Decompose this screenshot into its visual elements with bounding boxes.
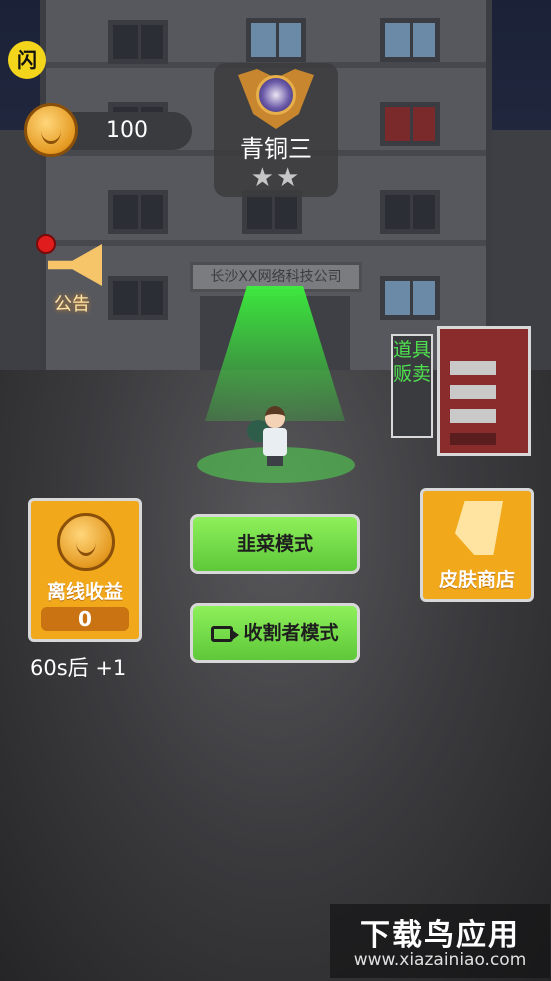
offline-value: 0 <box>41 607 129 631</box>
offline-timer: 60s后 +1 <box>30 656 127 680</box>
vending-shelf <box>450 409 496 423</box>
reaper-mode-button[interactable]: 收割者模式 <box>190 603 360 663</box>
window <box>108 20 168 64</box>
normal-mode-button[interactable]: 韭菜模式 <box>190 514 360 574</box>
player-character[interactable] <box>247 406 295 466</box>
watermark-title: 下载鸟应用 <box>360 918 520 953</box>
offline-label: 离线收益 <box>46 581 123 603</box>
window-lit <box>380 18 440 62</box>
vending-shelf <box>450 361 496 375</box>
vending-machine-body <box>437 326 531 456</box>
rank-stars: ★★ <box>250 163 302 193</box>
offline-earnings-card[interactable]: 离线收益 0 <box>28 498 142 642</box>
window-red <box>380 102 440 146</box>
skin-shape-icon <box>455 501 503 555</box>
floor-divider <box>46 240 486 246</box>
watermark: 下载鸟应用 www.xiazainiao.com <box>330 904 550 978</box>
character-legs <box>267 456 283 466</box>
window <box>108 276 168 320</box>
character-head <box>265 406 285 428</box>
megaphone-icon <box>48 244 102 286</box>
normal-mode-label: 韭菜模式 <box>236 533 313 555</box>
vending-machine[interactable]: 道具贩卖 <box>391 324 535 460</box>
flash-badge[interactable]: 闪 <box>8 41 46 79</box>
watermark-url: www.xiazainiao.com <box>353 950 527 970</box>
character-body <box>263 428 287 456</box>
window <box>380 190 440 234</box>
window <box>108 190 168 234</box>
video-camera-icon <box>211 625 240 642</box>
coin-icon <box>57 513 115 571</box>
rank-panel[interactable]: 青铜三 ★★ <box>214 63 338 197</box>
coin-amount: 100 <box>106 118 148 143</box>
reaper-mode-label: 收割者模式 <box>243 622 339 644</box>
coin-icon <box>24 103 78 157</box>
notice-button[interactable]: 公告 <box>36 230 112 316</box>
window-lit <box>246 18 306 62</box>
window-lit <box>380 276 440 320</box>
skin-shop-label: 皮肤商店 <box>438 569 515 591</box>
rank-title: 青铜三 <box>240 135 312 163</box>
rank-disc <box>256 75 296 115</box>
vending-shelf <box>450 385 496 399</box>
vending-slot <box>450 433 496 445</box>
vending-label: 道具贩卖 <box>391 334 433 438</box>
notice-label: 公告 <box>54 294 90 315</box>
notification-dot <box>36 234 56 254</box>
skin-shop-button[interactable]: 皮肤商店 <box>420 488 534 602</box>
coin-balance: 100 <box>24 103 192 157</box>
